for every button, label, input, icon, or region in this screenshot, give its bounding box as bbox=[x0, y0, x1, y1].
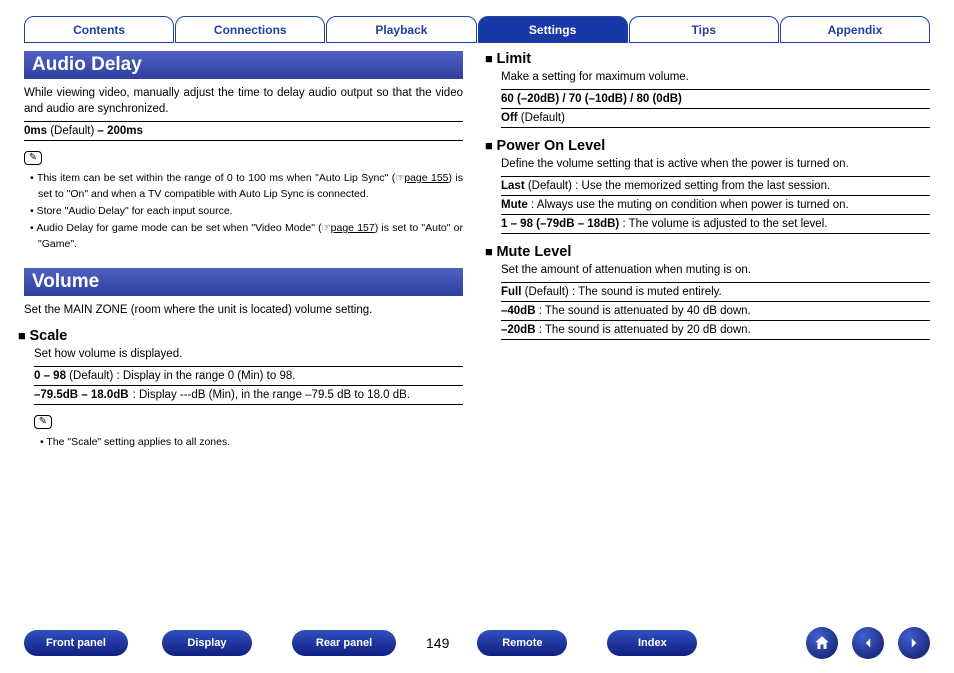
tab-playback[interactable]: Playback bbox=[326, 16, 476, 43]
power-row-2: Mute : Always use the muting on conditio… bbox=[501, 195, 930, 214]
range-0ms: 0ms bbox=[24, 125, 47, 137]
limit-heading: Limit bbox=[485, 51, 930, 67]
note-3: Audio Delay for game mode can be set whe… bbox=[30, 221, 463, 252]
scale-heading: Scale bbox=[18, 328, 463, 344]
range-200ms: – 200ms bbox=[98, 125, 143, 137]
volume-heading: Volume bbox=[24, 268, 463, 296]
forward-icon[interactable] bbox=[898, 627, 930, 659]
note-2: Store "Audio Delay" for each input sourc… bbox=[30, 204, 463, 219]
content-area: Audio Delay While viewing video, manuall… bbox=[24, 51, 930, 452]
bottom-bar: Front panel Display Rear panel 149 Remot… bbox=[0, 627, 954, 659]
pill-index[interactable]: Index bbox=[607, 630, 697, 656]
link-page-157[interactable]: page 157 bbox=[331, 222, 375, 234]
tab-tips[interactable]: Tips bbox=[629, 16, 779, 43]
power-on-heading: Power On Level bbox=[485, 138, 930, 154]
audio-delay-heading: Audio Delay bbox=[24, 51, 463, 79]
pill-front-panel[interactable]: Front panel bbox=[24, 630, 128, 656]
back-icon[interactable] bbox=[852, 627, 884, 659]
limit-row-1: 60 (–20dB) / 70 (–10dB) / 80 (0dB) bbox=[501, 89, 930, 108]
tab-appendix[interactable]: Appendix bbox=[780, 16, 930, 43]
limit-row-2: Off (Default) bbox=[501, 108, 930, 128]
left-column: Audio Delay While viewing video, manuall… bbox=[24, 51, 463, 452]
scale-note-1: The "Scale" setting applies to all zones… bbox=[40, 435, 463, 450]
scale-desc: Set how volume is displayed. bbox=[34, 346, 463, 362]
audio-delay-range: 0ms (Default) – 200ms bbox=[24, 121, 463, 141]
right-column: Limit Make a setting for maximum volume.… bbox=[491, 51, 930, 452]
note-1: This item can be set within the range of… bbox=[30, 171, 463, 202]
mute-row-2: –40dB : The sound is attenuated by 40 dB… bbox=[501, 301, 930, 320]
audio-delay-desc: While viewing video, manually adjust the… bbox=[24, 85, 463, 117]
range-default: (Default) bbox=[47, 125, 98, 137]
power-row-3: 1 – 98 (–79dB – 18dB) : The volume is ad… bbox=[501, 214, 930, 234]
pen-icon: ✎ bbox=[34, 415, 52, 429]
link-page-155[interactable]: page 155 bbox=[404, 172, 448, 184]
tab-connections[interactable]: Connections bbox=[175, 16, 325, 43]
mute-row-1: Full (Default) : The sound is muted enti… bbox=[501, 282, 930, 301]
mute-level-desc: Set the amount of attenuation when mutin… bbox=[501, 262, 930, 278]
mute-level-heading: Mute Level bbox=[485, 244, 930, 260]
pen-icon: ✎ bbox=[24, 151, 42, 165]
scale-row-1: 0 – 98 (Default) : Display in the range … bbox=[34, 366, 463, 385]
power-row-1: Last (Default) : Use the memorized setti… bbox=[501, 176, 930, 195]
mute-row-3: –20dB : The sound is attenuated by 20 dB… bbox=[501, 320, 930, 340]
scale-row-2: –79.5dB – 18.0dB : Display ---dB (Min), … bbox=[34, 385, 463, 405]
tab-contents[interactable]: Contents bbox=[24, 16, 174, 43]
pill-remote[interactable]: Remote bbox=[477, 630, 567, 656]
top-tabs: Contents Connections Playback Settings T… bbox=[24, 16, 930, 43]
limit-desc: Make a setting for maximum volume. bbox=[501, 69, 930, 85]
home-icon[interactable] bbox=[806, 627, 838, 659]
page-number: 149 bbox=[426, 635, 449, 651]
pill-rear-panel[interactable]: Rear panel bbox=[292, 630, 396, 656]
pill-display[interactable]: Display bbox=[162, 630, 252, 656]
audio-delay-notes: This item can be set within the range of… bbox=[30, 171, 463, 252]
volume-desc: Set the MAIN ZONE (room where the unit i… bbox=[24, 302, 463, 318]
tab-settings[interactable]: Settings bbox=[478, 16, 628, 43]
power-on-desc: Define the volume setting that is active… bbox=[501, 156, 930, 172]
scale-notes: The "Scale" setting applies to all zones… bbox=[40, 435, 463, 450]
